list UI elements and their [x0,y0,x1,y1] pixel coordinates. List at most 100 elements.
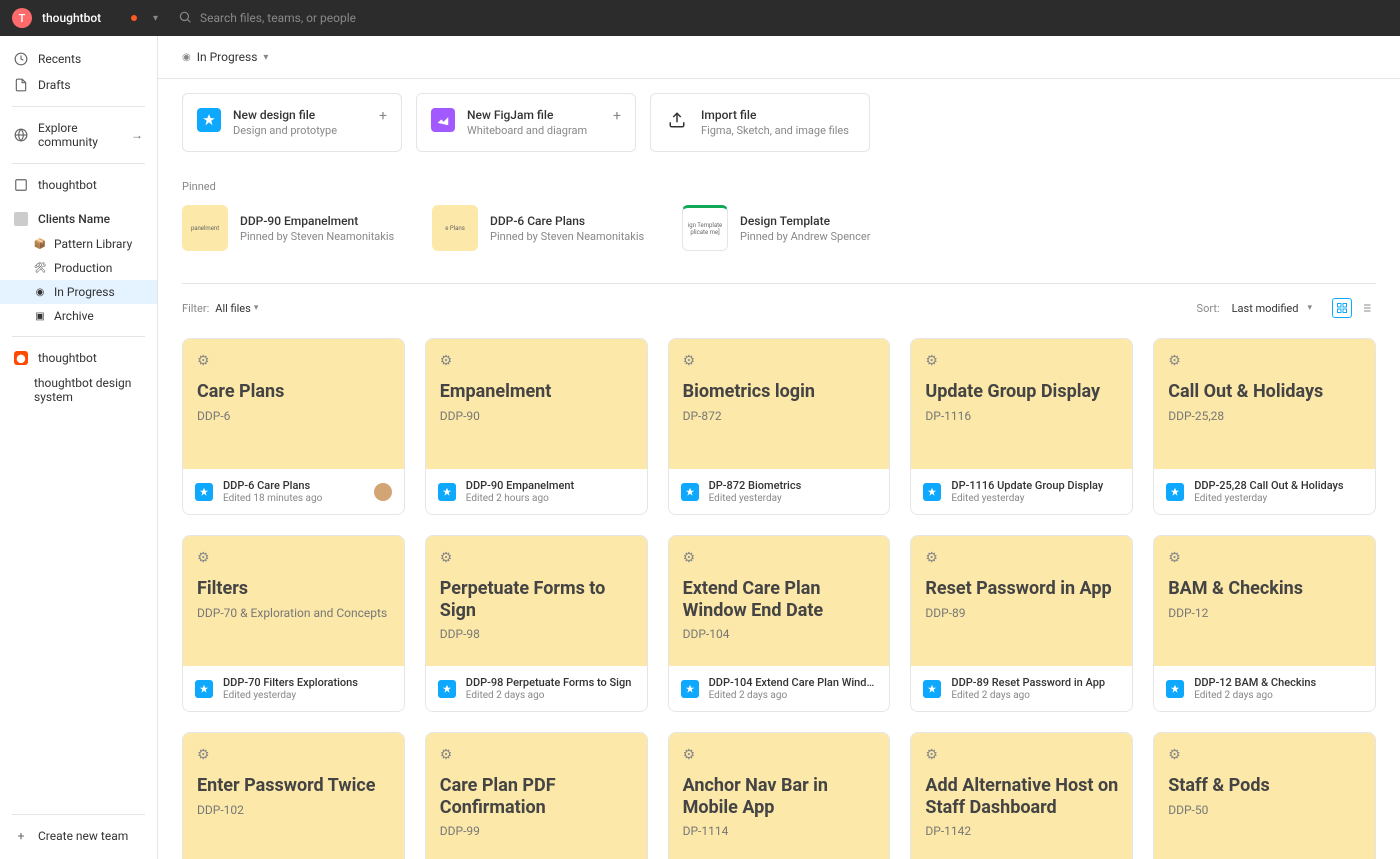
sidebar-recents[interactable]: Recents [0,46,157,72]
card-sub: DDP-70 & Exploration and Concepts [197,606,390,620]
card-preview: ⚙ BAM & Checkins DDP-12 [1154,536,1375,666]
card-sub: DDP-50 [1168,803,1361,817]
file-card[interactable]: ⚙ Empanelment DDP-90 DDP-90 Empanelment … [425,338,648,515]
search[interactable] [178,9,1388,28]
sidebar-explore[interactable]: Explore community → [0,115,157,155]
search-input[interactable] [200,11,500,25]
sort-label: Sort: [1197,302,1220,315]
sidebar-folder[interactable]: ▣Archive [0,304,157,328]
gear-icon: ⚙ [197,353,210,369]
pinned-sub: Pinned by Steven Neamonitakis [490,230,644,243]
figjam-icon [431,108,455,132]
topbar: T thoughtbot ▾ [0,0,1400,36]
sidebar-drafts[interactable]: Drafts [0,72,157,98]
import-icon [665,108,689,132]
new-file-card[interactable]: New design fileDesign and prototype+ [182,93,402,152]
gear-icon: ⚙ [1168,353,1181,369]
card-edited: Edited 2 hours ago [466,493,635,504]
file-card[interactable]: ⚙ Filters DDP-70 & Exploration and Conce… [182,535,405,712]
gear-icon: ⚙ [925,550,938,566]
file-card[interactable]: ⚙ Care Plan PDF Confirmation DDP-99 DDP-… [425,732,648,859]
card-edited: Edited 2 days ago [709,690,878,701]
card-preview: ⚙ Add Alternative Host on Staff Dashboar… [911,733,1132,859]
gear-icon: ⚙ [440,353,453,369]
new-card-sub: Design and prototype [233,124,367,137]
pinned-item[interactable]: e Plans DDP-6 Care Plans Pinned by Steven … [432,205,662,251]
figma-file-icon [923,483,941,501]
new-file-card[interactable]: Import fileFigma, Sketch, and image file… [650,93,870,152]
pinned-sub: Pinned by Steven Neamonitakis [240,230,394,243]
card-edited: Edited 18 minutes ago [223,493,364,504]
file-card[interactable]: ⚙ Anchor Nav Bar in Mobile App DP-1114 D… [668,732,891,859]
sidebar-create-team[interactable]: + Create new team [0,823,157,849]
card-preview: ⚙ Staff & Pods DDP-50 [1154,733,1375,859]
folder-label: Pattern Library [54,237,132,251]
card-filename: DDP-104 Extend Care Plan Window E… [709,676,878,689]
plus-icon: + [613,108,621,124]
gear-icon: ⚙ [683,550,696,566]
new-card-sub: Figma, Sketch, and image files [701,124,855,137]
org-switcher[interactable]: T thoughtbot ▾ [12,8,158,28]
card-filename: DDP-25,28 Call Out & Holidays [1194,479,1363,492]
sidebar-folder[interactable]: ◉In Progress [0,280,157,304]
card-title: Reset Password in App [925,578,1118,600]
chevron-down-icon: ▾ [254,303,259,313]
thoughtbot-icon: ⬤ [14,351,28,365]
new-file-card[interactable]: New FigJam fileWhiteboard and diagram+ [416,93,636,152]
sort-value[interactable]: Last modified [1232,302,1299,315]
pinned-thumb: e Plans [432,205,478,251]
divider [12,336,145,337]
gear-icon: ⚙ [1168,747,1181,763]
card-footer: DDP-98 Perpetuate Forms to Sign Edited 2… [426,666,647,711]
file-card[interactable]: ⚙ Reset Password in App DDP-89 DDP-89 Re… [910,535,1133,712]
card-sub: DP-1142 [925,824,1118,838]
file-card[interactable]: ⚙ Staff & Pods DDP-50 DDP-50 Staff & Pod… [1153,732,1376,859]
card-sub: DDP-102 [197,803,390,817]
file-card[interactable]: ⚙ Perpetuate Forms to Sign DDP-98 DDP-98… [425,535,648,712]
sidebar-team-thoughtbot-2[interactable]: ⬤ thoughtbot [0,345,157,371]
clock-icon [14,52,28,66]
breadcrumb[interactable]: ◉ In Progress ▾ [158,36,1400,79]
plus-icon: + [14,829,28,843]
card-title: Care Plan PDF Confirmation [440,775,633,818]
file-card[interactable]: ⚙ Add Alternative Host on Staff Dashboar… [910,732,1133,859]
sidebar-recents-label: Recents [38,52,81,66]
card-filename: DDP-6 Care Plans [223,479,364,492]
file-card[interactable]: ⚙ Call Out & Holidays DDP-25,28 DDP-25,2… [1153,338,1376,515]
file-card[interactable]: ⚙ Update Group Display DP-1116 DP-1116 U… [910,338,1133,515]
pinned-item[interactable]: panelmentDDP-90 EmpanelmentPinned by Ste… [182,205,412,251]
sidebar-folder[interactable]: 📦Pattern Library [0,232,157,256]
filter-bar: Filter: All files ▾ Sort: Last modified … [182,283,1376,330]
sidebar-folder[interactable]: 🛠Production [0,256,157,280]
file-card[interactable]: ⚙ Enter Password Twice DDP-102 DDP-102 E… [182,732,405,859]
list-view-button[interactable] [1356,298,1376,318]
card-edited: Edited 2 days ago [1194,690,1363,701]
gear-icon: ⚙ [197,550,210,566]
card-edited: Edited yesterday [223,690,392,701]
sidebar-create-team-label: Create new team [38,829,128,843]
filter-value[interactable]: All files [215,302,251,315]
card-filename: DP-1116 Update Group Display [951,479,1120,492]
sidebar-team-thoughtbot[interactable]: thoughtbot [0,172,157,198]
folder-label: Archive [54,309,94,323]
sidebar-drafts-label: Drafts [38,78,71,92]
file-card[interactable]: ⚙ Care Plans DDP-6 DDP-6 Care Plans Edit… [182,338,405,515]
pinned-title: DDP-6 Care Plans [490,214,644,228]
sidebar-design-system-label: thoughtbot design system [34,376,157,404]
file-card[interactable]: ⚙ Biometrics login DP-872 DP-872 Biometr… [668,338,891,515]
card-filename: DDP-12 BAM & Checkins [1194,676,1363,689]
sidebar-design-system[interactable]: thoughtbot design system [0,371,157,409]
file-card[interactable]: ⚙ Extend Care Plan Window End Date DDP-1… [668,535,891,712]
sidebar-clients-header[interactable]: Clients Name [0,206,157,232]
card-title: Add Alternative Host on Staff Dashboard [925,775,1118,818]
pinned-item[interactable]: ign Template plicate me]Design TemplateP… [682,205,912,251]
pinned-thumb: panelment [182,205,228,251]
card-title: BAM & Checkins [1168,578,1361,600]
file-card[interactable]: ⚙ BAM & Checkins DDP-12 DDP-12 BAM & Che… [1153,535,1376,712]
grid-view-button[interactable] [1332,298,1352,318]
card-title: Update Group Display [925,381,1118,403]
card-title: Filters [197,578,390,600]
card-preview: ⚙ Biometrics login DP-872 [669,339,890,469]
card-title: Extend Care Plan Window End Date [683,578,876,621]
card-sub: DDP-104 [683,627,876,641]
